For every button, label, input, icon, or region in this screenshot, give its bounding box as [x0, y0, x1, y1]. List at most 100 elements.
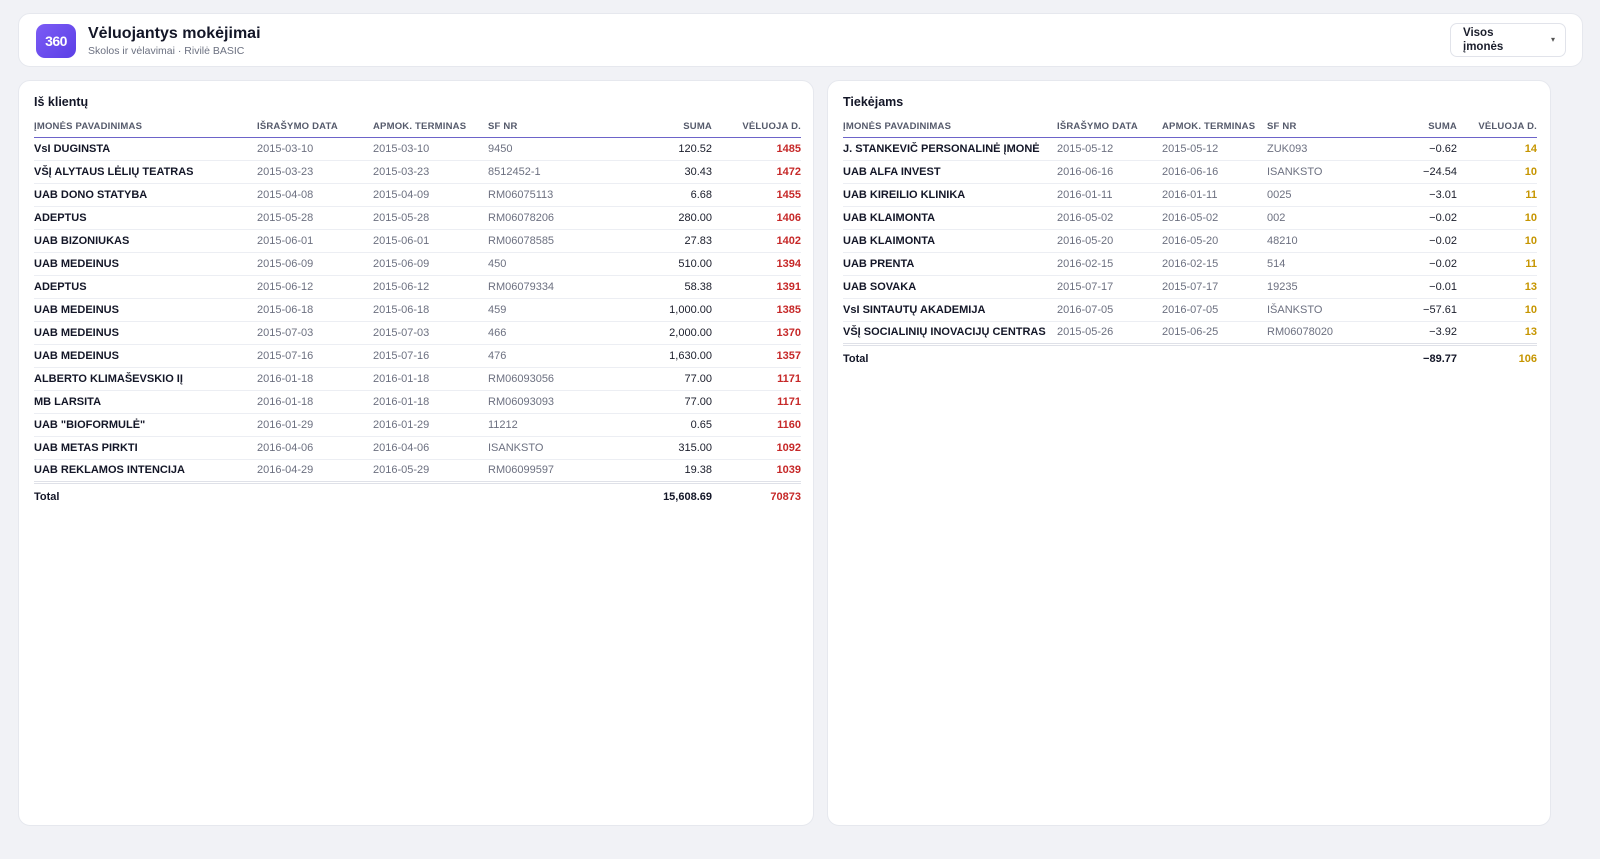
issue-date-cell: 2015-04-08: [257, 183, 373, 207]
due-date-cell: 2016-01-29: [373, 413, 488, 437]
column-header-issue-date[interactable]: IŠRAŠYMO DATA: [1057, 116, 1162, 138]
days-late-cell: 1391: [712, 275, 801, 299]
table-row[interactable]: VŠĮ SOCIALINIŲ INOVACIJŲ CENTRAS 2015-05-…: [843, 321, 1537, 345]
days-late-cell: 11: [1457, 252, 1537, 276]
total-amount: −89.77: [1372, 342, 1457, 373]
table-row[interactable]: VŠĮ ALYTAUS LĖLIŲ TEATRAS 2015-03-23 2015-…: [34, 160, 801, 184]
issue-date-cell: 2016-05-02: [1057, 206, 1162, 230]
invoice-no-cell: 11212: [488, 413, 618, 437]
table-row[interactable]: UAB KIREILIO KLINIKA 2016-01-11 2016-01-11…: [843, 183, 1537, 207]
days-late-cell: 14: [1457, 137, 1537, 161]
amount-cell: 2,000.00: [618, 321, 712, 345]
amount-cell: 30.43: [618, 160, 712, 184]
column-header-sum[interactable]: SUMA: [618, 116, 712, 138]
company-name-cell: UAB DONO STATYBA: [34, 183, 257, 207]
company-name-cell: ALBERTO KLIMAŠEVSKIO IĮ: [34, 367, 257, 391]
company-name-cell: VsI SINTAUTŲ AKADEMIJA: [843, 298, 1057, 322]
table-row[interactable]: UAB BIZONIUKAS 2015-06-01 2015-06-01 RM0607…: [34, 229, 801, 253]
issue-date-cell: 2016-04-29: [257, 459, 373, 483]
invoice-no-cell: RM06093093: [488, 390, 618, 414]
invoice-no-cell: ZUK093: [1267, 137, 1372, 161]
clients-panel: Iš klientų ĮMONĖS PAVADINIMAS IŠRAŠYMO D…: [18, 80, 814, 826]
due-date-cell: 2015-06-12: [373, 275, 488, 299]
table-row[interactable]: UAB MEDEINUS 2015-06-18 2015-06-18 459 1,000…: [34, 298, 801, 322]
company-name-cell: UAB REKLAMOS INTENCIJA: [34, 459, 257, 483]
due-date-cell: 2015-03-23: [373, 160, 488, 184]
table-row[interactable]: UAB MEDEINUS 2015-07-03 2015-07-03 466 2,000…: [34, 321, 801, 345]
invoice-no-cell: RM06093056: [488, 367, 618, 391]
table-row[interactable]: ALBERTO KLIMAŠEVSKIO IĮ 2016-01-18 2016-01…: [34, 367, 801, 391]
invoice-no-cell: 002: [1267, 206, 1372, 230]
invoice-no-cell: 450: [488, 252, 618, 276]
issue-date-cell: 2016-01-11: [1057, 183, 1162, 207]
column-header-days-late[interactable]: VĖLUOJA D.: [1457, 116, 1537, 138]
table-row[interactable]: ADEPTUS 2015-06-12 2015-06-12 RM06079334 58.…: [34, 275, 801, 299]
suppliers-panel-title: Tiekėjams: [843, 95, 904, 109]
table-row[interactable]: VsI SINTAUTŲ AKADEMIJA 2016-07-05 2016-07-…: [843, 298, 1537, 322]
total-empty-cell: [1057, 342, 1162, 373]
table-row[interactable]: UAB PRENTA 2016-02-15 2016-02-15 514 −0.02 11: [843, 252, 1537, 276]
amount-cell: 6.68: [618, 183, 712, 207]
invoice-no-cell: RM06078206: [488, 206, 618, 230]
days-late-cell: 10: [1457, 206, 1537, 230]
total-label: Total: [34, 480, 257, 511]
due-date-cell: 2016-01-18: [373, 390, 488, 414]
company-filter-select[interactable]: Visos įmonės ▾: [1450, 23, 1566, 57]
total-empty-cell: [257, 480, 373, 511]
due-date-cell: 2016-05-29: [373, 459, 488, 483]
days-late-cell: 1472: [712, 160, 801, 184]
days-late-cell: 1402: [712, 229, 801, 253]
table-row[interactable]: UAB "BIOFORMULĖ" 2016-01-29 2016-01-29 1121…: [34, 413, 801, 437]
company-name-cell: UAB MEDEINUS: [34, 252, 257, 276]
table-row[interactable]: UAB MEDEINUS 2015-07-16 2015-07-16 476 1,630…: [34, 344, 801, 368]
suppliers-table: ĮMONĖS PAVADINIMAS IŠRAŠYMO DATA APMOK. …: [843, 116, 1537, 373]
table-row[interactable]: UAB REKLAMOS INTENCIJA 2016-04-29 2016-05-…: [34, 459, 801, 483]
column-header-invoice-no[interactable]: SF NR: [488, 116, 618, 138]
amount-cell: 0.65: [618, 413, 712, 437]
company-name-cell: UAB MEDEINUS: [34, 344, 257, 368]
due-date-cell: 2016-05-20: [1162, 229, 1267, 253]
days-late-cell: 1160: [712, 413, 801, 437]
invoice-no-cell: 48210: [1267, 229, 1372, 253]
column-header-invoice-no[interactable]: SF NR: [1267, 116, 1372, 138]
table-row[interactable]: UAB MEDEINUS 2015-06-09 2015-06-09 450 510.0…: [34, 252, 801, 276]
issue-date-cell: 2016-07-05: [1057, 298, 1162, 322]
due-date-cell: 2015-06-01: [373, 229, 488, 253]
issue-date-cell: 2015-06-09: [257, 252, 373, 276]
total-empty-cell: [1162, 342, 1267, 373]
company-name-cell: UAB ALFA INVEST: [843, 160, 1057, 184]
table-row[interactable]: UAB KLAIMONTA 2016-05-20 2016-05-20 48210 −0…: [843, 229, 1537, 253]
total-days-late: 70873: [712, 480, 801, 511]
column-header-company[interactable]: ĮMONĖS PAVADINIMAS: [34, 116, 257, 138]
table-row[interactable]: MB LARSITA 2016-01-18 2016-01-18 RM06093093…: [34, 390, 801, 414]
table-row[interactable]: J. STANKEVIČ PERSONALINĖ ĮMONĖ 2015-05-12…: [843, 137, 1537, 161]
issue-date-cell: 2015-06-12: [257, 275, 373, 299]
invoice-no-cell: 0025: [1267, 183, 1372, 207]
company-name-cell: UAB PRENTA: [843, 252, 1057, 276]
column-header-due-date[interactable]: APMOK. TERMINAS: [1162, 116, 1267, 138]
table-row[interactable]: ADEPTUS 2015-05-28 2015-05-28 RM06078206 280…: [34, 206, 801, 230]
days-late-cell: 1171: [712, 367, 801, 391]
table-row[interactable]: UAB ALFA INVEST 2016-06-16 2016-06-16 ISANK…: [843, 160, 1537, 184]
invoice-no-cell: 19235: [1267, 275, 1372, 299]
table-row[interactable]: UAB KLAIMONTA 2016-05-02 2016-05-02 002 −0.0…: [843, 206, 1537, 230]
table-row[interactable]: UAB METAS PIRKTI 2016-04-06 2016-04-06 ISAN…: [34, 436, 801, 460]
table-row[interactable]: UAB SOVAKA 2015-07-17 2015-07-17 19235 −0.01…: [843, 275, 1537, 299]
column-header-days-late[interactable]: VĖLUOJA D.: [712, 116, 801, 138]
column-header-company[interactable]: ĮMONĖS PAVADINIMAS: [843, 116, 1057, 138]
invoice-no-cell: IŠANKSTO: [1267, 298, 1372, 322]
column-header-due-date[interactable]: APMOK. TERMINAS: [373, 116, 488, 138]
table-row[interactable]: VsI DUGINSTA 2015-03-10 2015-03-10 9450 120.…: [34, 137, 801, 161]
company-name-cell: VsI DUGINSTA: [34, 137, 257, 161]
due-date-cell: 2015-07-17: [1162, 275, 1267, 299]
issue-date-cell: 2015-07-16: [257, 344, 373, 368]
due-date-cell: 2016-04-06: [373, 436, 488, 460]
table-row[interactable]: UAB DONO STATYBA 2015-04-08 2015-04-09 RM06…: [34, 183, 801, 207]
column-header-sum[interactable]: SUMA: [1372, 116, 1457, 138]
column-header-issue-date[interactable]: IŠRAŠYMO DATA: [257, 116, 373, 138]
issue-date-cell: 2016-06-16: [1057, 160, 1162, 184]
amount-cell: 1,630.00: [618, 344, 712, 368]
company-name-cell: UAB MEDEINUS: [34, 321, 257, 345]
days-late-cell: 1357: [712, 344, 801, 368]
issue-date-cell: 2015-03-10: [257, 137, 373, 161]
